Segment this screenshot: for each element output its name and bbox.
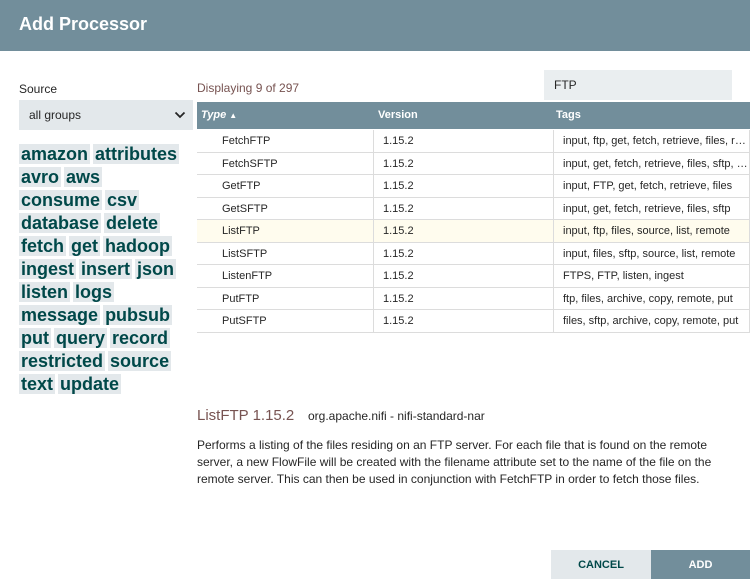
source-label: Source: [19, 82, 58, 96]
results-count: Displaying 9 of 297: [197, 81, 300, 95]
column-header-tags[interactable]: Tags: [556, 109, 581, 121]
cancel-button[interactable]: CANCEL: [551, 550, 651, 579]
selected-processor-description: Performs a listing of the files residing…: [197, 438, 712, 486]
cell-type: PutFTP: [197, 287, 374, 310]
tag-query[interactable]: query: [53, 328, 108, 348]
table-row[interactable]: ListenFTP 1.15.2 FTPS, FTP, listen, ingest: [197, 265, 750, 288]
cell-tags: ftp, files, archive, copy, remote, put: [554, 287, 750, 310]
dialog-title: Add Processor: [19, 14, 148, 34]
tag-avro[interactable]: avro: [19, 167, 62, 187]
cell-version: 1.15.2: [374, 152, 554, 175]
table-row[interactable]: FetchSFTP 1.15.2 input, get, fetch, retrie…: [197, 152, 750, 175]
tag-record[interactable]: record: [110, 328, 171, 348]
chevron-down-icon: [174, 111, 186, 119]
tag-database[interactable]: database: [19, 213, 102, 233]
selected-processor-bundle: org.apache.nifi - nifi-standard-nar: [308, 409, 485, 423]
tag-put[interactable]: put: [19, 328, 51, 348]
tag-hadoop[interactable]: hadoop: [103, 236, 173, 256]
table-row[interactable]: GetFTP 1.15.2 input, FTP, get, fetch, retr…: [197, 175, 750, 198]
cell-type: PutSFTP: [197, 310, 374, 332]
table-row[interactable]: ListSFTP 1.15.2 input, files, sftp, source…: [197, 242, 750, 265]
sort-ascending-icon: ▲: [229, 111, 238, 120]
tag-insert[interactable]: insert: [79, 259, 133, 279]
grid-header: Type ▲ Version Tags: [197, 102, 750, 129]
cell-version: 1.15.2: [374, 242, 554, 265]
cell-tags: input, ftp, get, fetch, retrieve, files,…: [554, 130, 750, 152]
tag-source[interactable]: source: [108, 351, 172, 371]
cell-version: 1.15.2: [374, 175, 554, 197]
cell-type: ListenFTP: [197, 265, 374, 287]
column-header-version[interactable]: Version: [378, 109, 418, 121]
cell-tags: FTPS, FTP, listen, ingest: [554, 265, 750, 287]
cell-version: 1.15.2: [374, 287, 554, 310]
table-row[interactable]: ListFTP 1.15.2 input, ftp, files, source, …: [197, 220, 750, 243]
cell-tags: input, FTP, get, fetch, retrieve, files: [554, 175, 750, 197]
cell-tags: files, sftp, archive, copy, remote, put: [554, 310, 750, 332]
add-button[interactable]: ADD: [651, 550, 750, 579]
table-row[interactable]: GetSFTP 1.15.2 input, get, fetch, retrieve…: [197, 197, 750, 220]
tag-delete[interactable]: delete: [104, 213, 161, 233]
cell-version: 1.15.2: [374, 265, 554, 287]
table-row[interactable]: PutSFTP 1.15.2 files, sftp, archive, copy,…: [197, 310, 750, 333]
cell-tags: input, get, fetch, retrieve, files, sftp: [554, 197, 750, 220]
tag-message[interactable]: message: [19, 305, 101, 325]
tag-pubsub[interactable]: pubsub: [103, 305, 173, 325]
selected-processor-name: ListFTP 1.15.2: [197, 407, 295, 424]
cell-tags: input, get, fetch, retrieve, files, sftp…: [554, 152, 750, 175]
cell-tags: input, ftp, files, source, list, remote: [554, 220, 750, 242]
tag-aws[interactable]: aws: [64, 167, 103, 187]
cell-tags: input, files, sftp, source, list, remote: [554, 242, 750, 265]
tag-csv[interactable]: csv: [105, 190, 140, 210]
source-selected-value: all groups: [29, 108, 82, 122]
cell-version: 1.15.2: [374, 130, 554, 152]
cell-version: 1.15.2: [374, 310, 554, 332]
tag-listen[interactable]: listen: [19, 282, 71, 302]
tag-logs[interactable]: logs: [73, 282, 115, 302]
grid-body: FetchFTP 1.15.2 input, ftp, get, fetch, re…: [197, 130, 750, 333]
cell-type: ListSFTP: [197, 242, 374, 265]
cell-type: FetchFTP: [197, 130, 374, 152]
source-select[interactable]: all groups: [19, 100, 193, 130]
column-type-label: Type: [201, 109, 227, 121]
tag-attributes[interactable]: attributes: [93, 144, 180, 164]
table-row[interactable]: FetchFTP 1.15.2 input, ftp, get, fetch, re…: [197, 130, 750, 153]
table-row[interactable]: PutFTP 1.15.2 ftp, files, archive, copy, r…: [197, 287, 750, 310]
cell-version: 1.15.2: [374, 197, 554, 220]
cell-type: GetFTP: [197, 175, 374, 197]
column-header-type[interactable]: Type ▲: [201, 109, 237, 121]
tag-get[interactable]: get: [69, 236, 101, 256]
tag-text[interactable]: text: [19, 374, 56, 394]
tag-ingest[interactable]: ingest: [19, 259, 77, 279]
processor-grid: Type ▲ Version Tags FetchFTP 1.15.2 input, …: [197, 102, 750, 333]
cell-type: FetchSFTP: [197, 152, 374, 175]
dialog-header: Add Processor: [0, 0, 750, 51]
tag-json[interactable]: json: [135, 259, 177, 279]
tag-update[interactable]: update: [58, 374, 122, 394]
filter-input[interactable]: [544, 70, 732, 100]
tag-consume[interactable]: consume: [19, 190, 103, 210]
tag-restricted[interactable]: restricted: [19, 351, 106, 371]
cell-type: GetSFTP: [197, 197, 374, 220]
tag-amazon[interactable]: amazon: [19, 144, 91, 164]
cell-type: ListFTP: [197, 220, 374, 242]
cell-version: 1.15.2: [374, 220, 554, 242]
tag-cloud: amazon attributes avro aws consume csvdatabas…: [19, 144, 191, 397]
tag-fetch[interactable]: fetch: [19, 236, 67, 256]
